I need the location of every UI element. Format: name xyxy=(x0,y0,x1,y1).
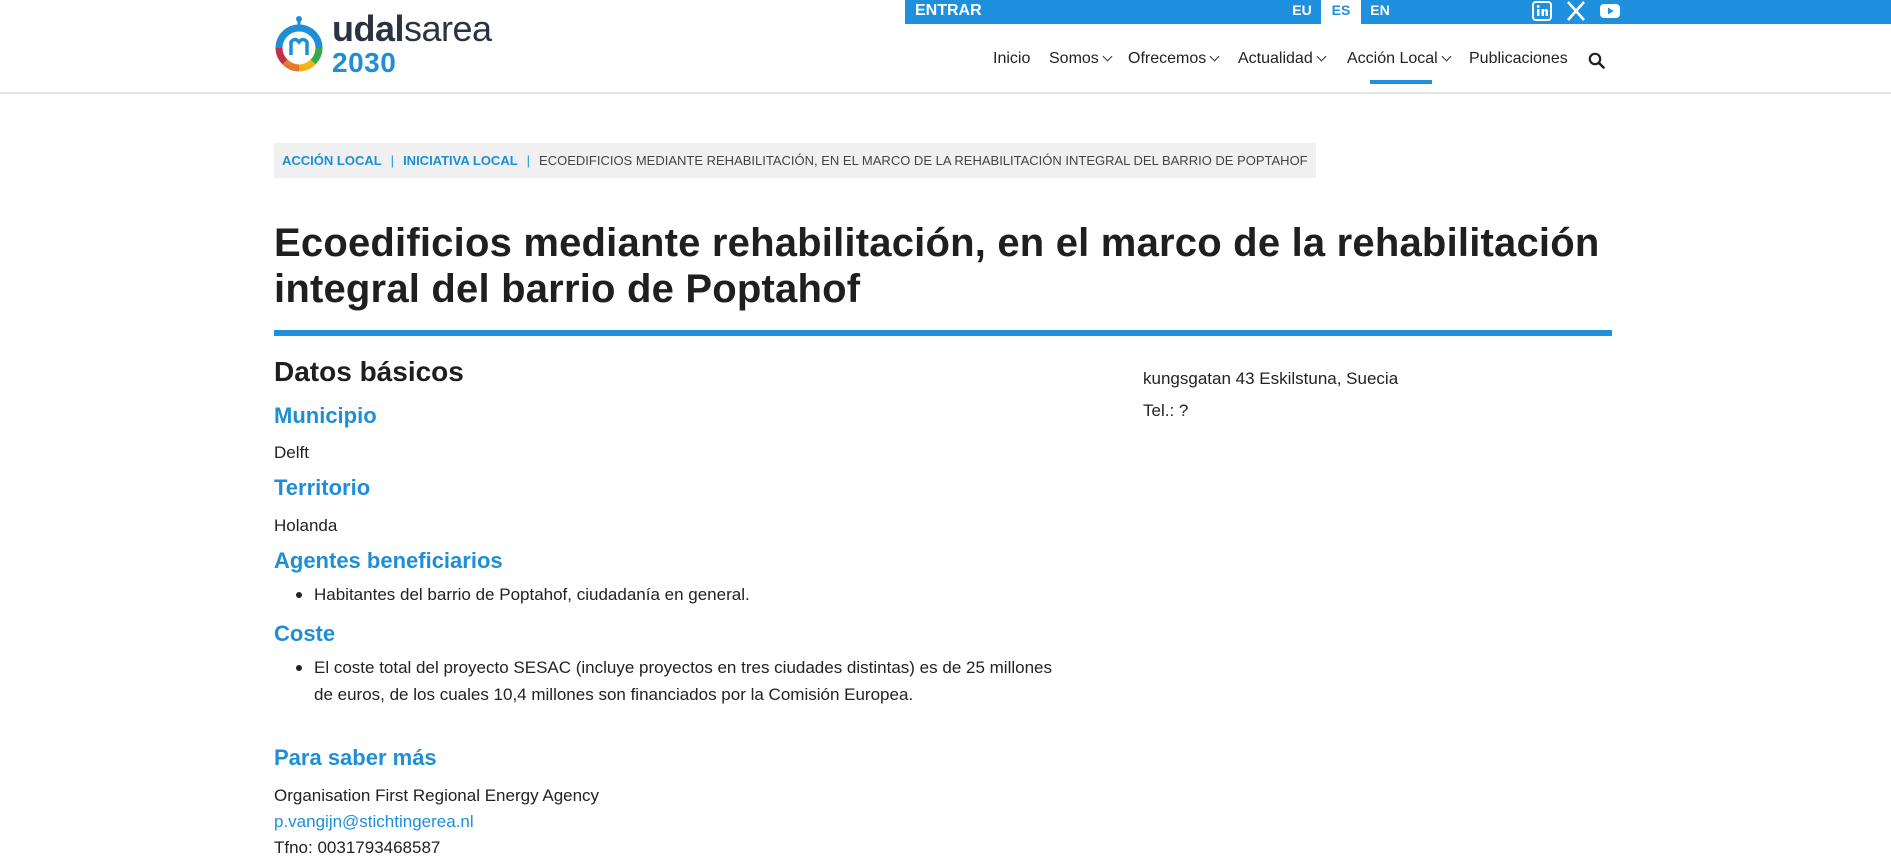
login-link[interactable]: ENTRAR xyxy=(915,2,982,20)
contact-sidebar: kungsgatan 43 Eskilstuna, Suecia Tel.: ? xyxy=(1143,363,1398,427)
list-item: Habitantes del barrio de Poptahof, ciuda… xyxy=(294,581,750,608)
nav-actualidad-label: Actualidad xyxy=(1238,50,1313,67)
breadcrumb-current: ECOEDIFICIOS MEDIANTE REHABILITACIÓN, EN… xyxy=(539,153,1308,168)
nav-somos[interactable]: Somos xyxy=(1049,50,1113,68)
municipio-value: Delft xyxy=(274,443,309,462)
nav-accion-local-label: Acción Local xyxy=(1347,50,1438,67)
territorio-value: Holanda xyxy=(274,516,338,535)
nav-publicaciones[interactable]: Publicaciones xyxy=(1469,50,1568,68)
chevron-down-icon xyxy=(1316,51,1327,62)
nav-inicio[interactable]: Inicio xyxy=(993,50,1030,68)
nav-accion-local[interactable]: Acción Local xyxy=(1347,50,1452,68)
title-divider xyxy=(274,330,1612,336)
lang-eu[interactable]: EU xyxy=(1282,0,1322,24)
tel-text: Tel.: ? xyxy=(1143,401,1189,420)
coste-label: Coste xyxy=(274,621,336,646)
logo-name-bold: udal xyxy=(332,8,405,49)
breadcrumb-separator: | xyxy=(390,153,395,168)
address-text: kungsgatan 43 Eskilstuna, Suecia xyxy=(1143,369,1399,388)
main-nav: Inicio Somos Ofrecemos Actualidad Acción… xyxy=(0,50,1891,80)
breadcrumb: ACCIÓN LOCAL | INICIATIVA LOCAL | ECOEDI… xyxy=(274,143,1316,178)
nav-ofrecemos[interactable]: Ofrecemos xyxy=(1128,50,1220,68)
coste-list: El coste total del proyecto SESAC (inclu… xyxy=(294,654,1164,708)
nav-publicaciones-label: Publicaciones xyxy=(1469,50,1568,67)
coste-line-2: de euros, de los cuales 10,4 millones so… xyxy=(314,685,914,704)
youtube-icon[interactable] xyxy=(1599,1,1621,21)
coste-line-1: El coste total del proyecto SESAC (inclu… xyxy=(314,658,1052,677)
linkedin-icon[interactable] xyxy=(1531,1,1553,21)
page-title: Ecoedificios mediante rehabilitación, en… xyxy=(274,221,1600,311)
organisation-text: Organisation First Regional Energy Agenc… xyxy=(274,786,600,805)
para-saber-mas-label: Para saber más xyxy=(274,745,437,770)
datos-basicos-heading: Datos básicos xyxy=(274,356,464,387)
nav-inicio-label: Inicio xyxy=(993,50,1031,67)
list-item: El coste total del proyecto SESAC (inclu… xyxy=(294,654,1164,708)
breadcrumb-accion-local[interactable]: ACCIÓN LOCAL xyxy=(282,153,382,168)
breadcrumb-separator: | xyxy=(526,153,531,168)
territorio-label: Territorio xyxy=(274,475,371,500)
nav-somos-label: Somos xyxy=(1049,50,1099,67)
municipio-label: Municipio xyxy=(274,403,377,428)
phone-text: Tfno: 0031793468587 xyxy=(274,838,441,856)
site-header: udalsarea 2030 ENTRAR EU ES EN Inicio So… xyxy=(0,0,1891,94)
nav-active-indicator xyxy=(1370,80,1432,84)
search-icon[interactable] xyxy=(1588,52,1605,69)
agentes-list: Habitantes del barrio de Poptahof, ciuda… xyxy=(294,581,750,608)
logo-name-regular: sarea xyxy=(404,8,492,49)
lang-en[interactable]: EN xyxy=(1360,0,1400,24)
breadcrumb-iniciativa-local[interactable]: INICIATIVA LOCAL xyxy=(403,153,518,168)
email-link[interactable]: p.vangijn@stichtingerea.nl xyxy=(274,812,474,832)
nav-actualidad[interactable]: Actualidad xyxy=(1238,50,1327,68)
x-icon[interactable] xyxy=(1565,1,1587,21)
nav-ofrecemos-label: Ofrecemos xyxy=(1128,50,1207,67)
chevron-down-icon xyxy=(1209,51,1220,62)
lang-es[interactable]: ES xyxy=(1321,0,1361,24)
top-utility-bar: ENTRAR EU ES EN xyxy=(905,0,1891,24)
chevron-down-icon xyxy=(1102,51,1113,62)
chevron-down-icon xyxy=(1441,51,1452,62)
agentes-label: Agentes beneficiarios xyxy=(274,548,503,573)
